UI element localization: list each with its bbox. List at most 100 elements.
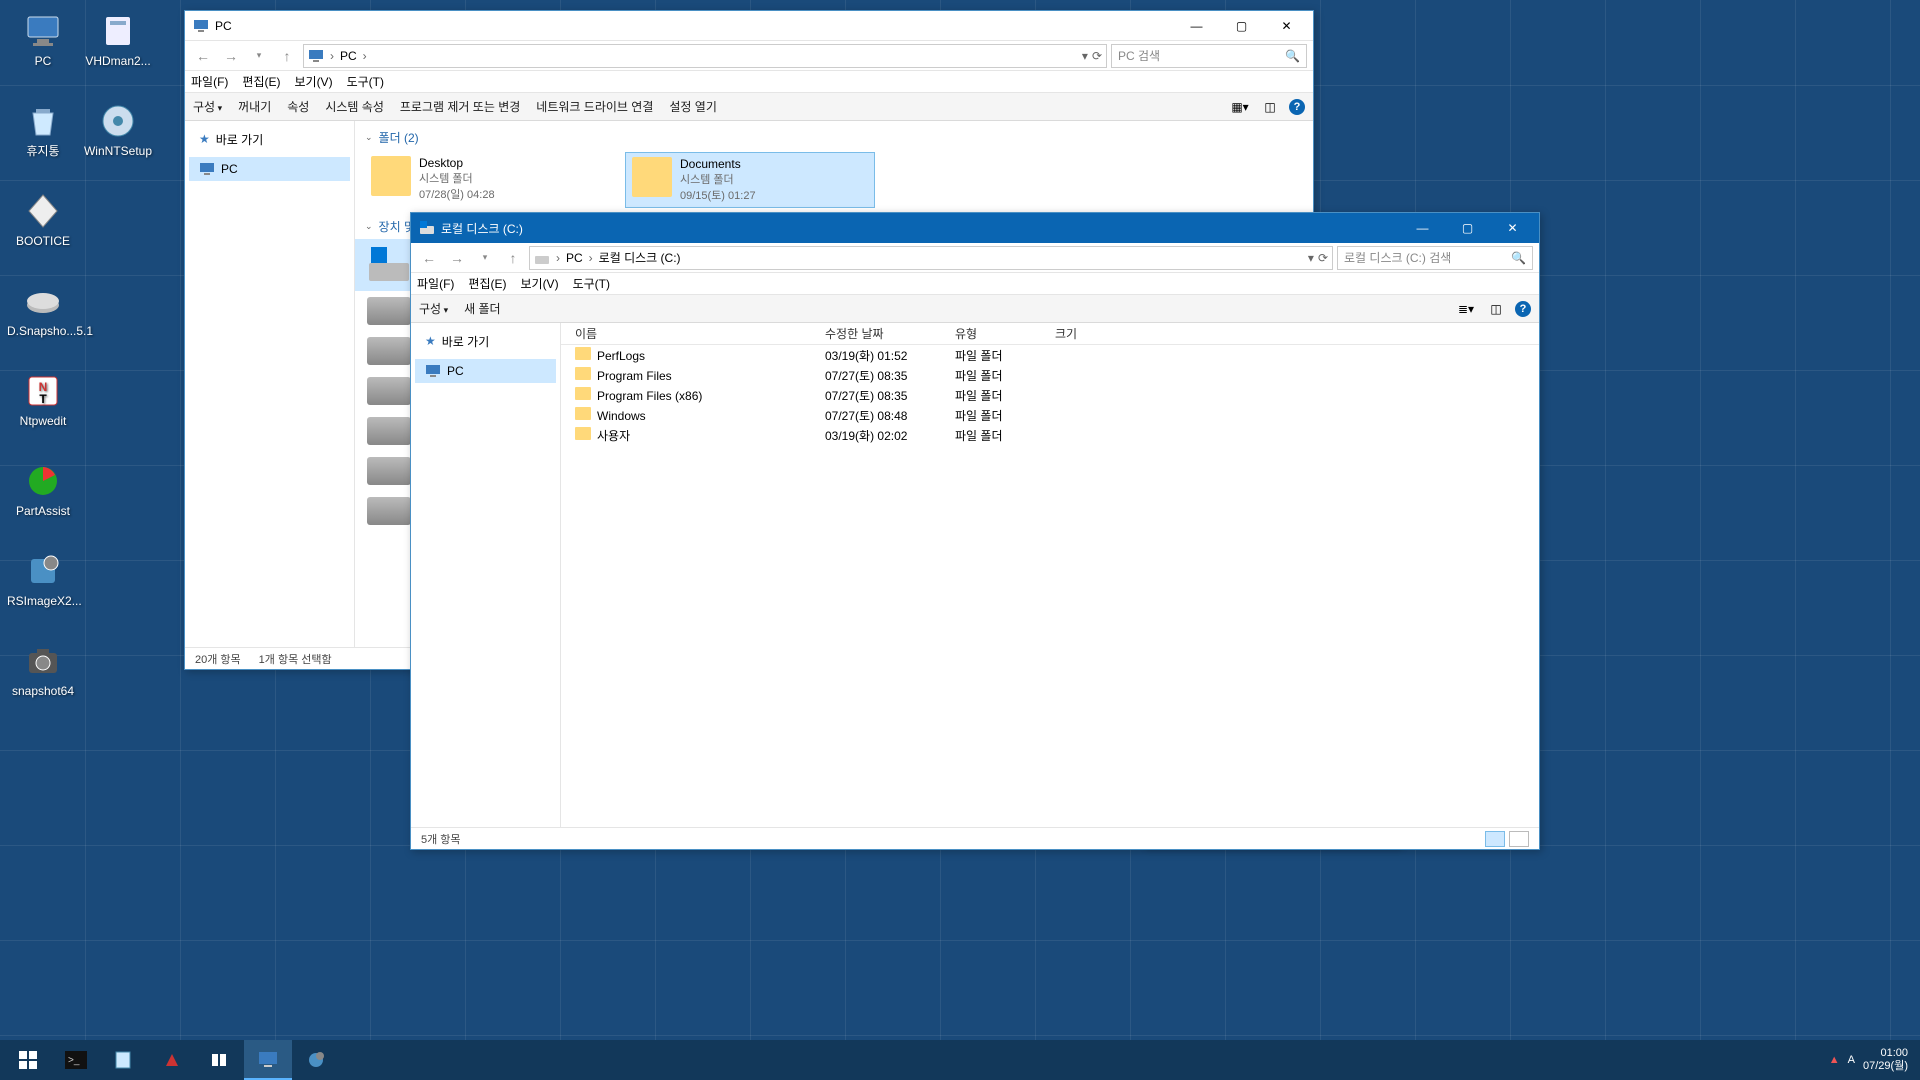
tile-desktop[interactable]: Desktop시스템 폴더07/28(일) 04:28 (365, 152, 615, 208)
addr-refresh-icon[interactable]: ⟳ (1318, 251, 1328, 265)
taskbar-notepad[interactable] (100, 1040, 148, 1080)
c-content[interactable]: 이름 수정한 날짜 유형 크기 PerfLogs03/19(화) 01:52파일… (561, 323, 1539, 827)
tb-organize[interactable]: 구성 (193, 98, 222, 115)
desktop-icon-pc[interactable]: PC (5, 5, 81, 93)
group-folders[interactable]: ⌄폴더 (2) (355, 121, 1313, 150)
desktop-icon-ntpwedit[interactable]: NTNtpwedit (5, 365, 81, 453)
system-tray[interactable]: ▲ A 01:00 07/29(월) (1829, 1047, 1916, 1073)
c-minimize-button[interactable]: — (1400, 214, 1445, 242)
file-row[interactable]: Windows07/27(토) 08:48파일 폴더 (561, 405, 1539, 425)
c-up-button[interactable]: ↑ (501, 246, 525, 270)
menu-view[interactable]: 보기(V) (294, 73, 332, 90)
pc-address-box[interactable]: ›PC› ▾⟳ (303, 44, 1107, 68)
nav-quick-access[interactable]: ★바로 가기 (415, 329, 556, 353)
column-headers[interactable]: 이름 수정한 날짜 유형 크기 (561, 323, 1539, 345)
desktop-icon-rsimagex[interactable]: RSImageX2... (5, 545, 81, 633)
file-row[interactable]: Program Files (x86)07/27(토) 08:35파일 폴더 (561, 385, 1539, 405)
c-back-button[interactable]: ← (417, 246, 441, 270)
tb-props[interactable]: 속성 (287, 98, 309, 115)
start-button[interactable] (4, 1040, 52, 1080)
c-address-box[interactable]: ›PC›로컬 디스크 (C:) ▾⟳ (529, 246, 1333, 270)
taskbar-cmd[interactable]: >_ (52, 1040, 100, 1080)
taskbar-explorer[interactable] (244, 1040, 292, 1080)
desktop-icon-vhdman[interactable]: VHDman2... (80, 5, 156, 93)
menu-file[interactable]: 파일(F) (191, 73, 228, 90)
view-details-button[interactable] (1485, 831, 1505, 847)
col-date[interactable]: 수정한 날짜 (819, 325, 949, 342)
menu-view[interactable]: 보기(V) (520, 275, 558, 292)
desktop-icon-winntsetup[interactable]: WinNTSetup (80, 95, 156, 183)
pc-back-button[interactable]: ← (191, 44, 215, 68)
search-icon: 🔍 (1285, 49, 1300, 63)
menu-tools[interactable]: 도구(T) (347, 73, 384, 90)
menu-tools[interactable]: 도구(T) (573, 275, 610, 292)
file-row[interactable]: 사용자03/19(화) 02:02파일 폴더 (561, 425, 1539, 445)
menu-edit[interactable]: 편집(E) (468, 275, 506, 292)
tb-organize[interactable]: 구성 (419, 300, 448, 317)
tb-netdrive[interactable]: 네트워크 드라이브 연결 (536, 98, 653, 115)
addr-dd-icon[interactable]: ▾ (1082, 49, 1088, 63)
svg-text:T: T (39, 392, 47, 406)
tb-help-button[interactable]: ? (1289, 99, 1305, 115)
c-recent-button[interactable]: ▾ (473, 246, 497, 270)
pc-maximize-button[interactable]: ▢ (1219, 12, 1264, 40)
tb-uninstall[interactable]: 프로그램 제거 또는 변경 (400, 98, 520, 115)
view-tiles-button[interactable] (1509, 831, 1529, 847)
tb-settings[interactable]: 설정 열기 (669, 98, 717, 115)
taskbar[interactable]: >_ ▲ A 01:00 07/29(월) (0, 1040, 1920, 1080)
c-search-box[interactable]: 로컬 디스크 (C:) 검색🔍 (1337, 246, 1533, 270)
addr-dd-icon[interactable]: ▾ (1308, 251, 1314, 265)
tray-clock[interactable]: 01:00 07/29(월) (1863, 1047, 1908, 1073)
tb-sysprops[interactable]: 시스템 속성 (325, 98, 384, 115)
tb-preview-button[interactable]: ◫ (1259, 96, 1281, 118)
pc-titlebar[interactable]: PC — ▢ ✕ (185, 11, 1313, 41)
taskbar-app2[interactable] (196, 1040, 244, 1080)
tray-up-icon[interactable]: ▲ (1829, 1054, 1840, 1066)
pc-forward-button[interactable]: → (219, 44, 243, 68)
tb-view-button[interactable]: ≣▾ (1455, 298, 1477, 320)
pc-minimize-button[interactable]: — (1174, 12, 1219, 40)
tb-help-button[interactable]: ? (1515, 301, 1531, 317)
tray-ime[interactable]: A (1848, 1054, 1855, 1066)
tb-eject[interactable]: 꺼내기 (238, 98, 271, 115)
nav-pc[interactable]: PC (415, 359, 556, 383)
nav-quick-access[interactable]: ★바로 가기 (189, 127, 350, 151)
file-row[interactable]: Program Files07/27(토) 08:35파일 폴더 (561, 365, 1539, 385)
desktop-icon-bootice[interactable]: BOOTICE (5, 185, 81, 273)
file-row[interactable]: PerfLogs03/19(화) 01:52파일 폴더 (561, 345, 1539, 365)
tb-newfolder[interactable]: 새 폴더 (464, 300, 500, 317)
tile-documents[interactable]: Documents시스템 폴더09/15(토) 01:27 (625, 152, 875, 208)
taskbar-app3[interactable] (292, 1040, 340, 1080)
drive-icon (367, 377, 411, 405)
desktop-icon-snapshot64[interactable]: snapshot64 (5, 635, 81, 723)
c-close-button[interactable]: ✕ (1490, 214, 1535, 242)
desktop-icons-col1: PC 휴지통 BOOTICE D.Snapsho...5.1 NTNtpwedi… (5, 5, 81, 723)
menu-file[interactable]: 파일(F) (417, 275, 454, 292)
explorer-window-c[interactable]: 로컬 디스크 (C:) — ▢ ✕ ← → ▾ ↑ ›PC›로컬 디스크 (C:… (410, 212, 1540, 850)
windows-drive-icon (367, 245, 411, 285)
c-forward-button[interactable]: → (445, 246, 469, 270)
pc-recent-button[interactable]: ▾ (247, 44, 271, 68)
desktop-icon-dsnapshot[interactable]: D.Snapsho...5.1 (5, 275, 81, 363)
pc-icon (193, 18, 209, 34)
pc-close-button[interactable]: ✕ (1264, 12, 1309, 40)
desktop-icon-recycle[interactable]: 휴지통 (5, 95, 81, 183)
col-size[interactable]: 크기 (1049, 325, 1129, 342)
pc-up-button[interactable]: ↑ (275, 44, 299, 68)
taskbar-app1[interactable] (148, 1040, 196, 1080)
desktop-icons-col2: VHDman2... WinNTSetup (80, 5, 156, 183)
c-titlebar[interactable]: 로컬 디스크 (C:) — ▢ ✕ (411, 213, 1539, 243)
nav-pc[interactable]: PC (189, 157, 350, 181)
folder-icon (575, 427, 591, 440)
c-maximize-button[interactable]: ▢ (1445, 214, 1490, 242)
addr-refresh-icon[interactable]: ⟳ (1092, 49, 1102, 63)
desktop-icon-partassist[interactable]: PartAssist (5, 455, 81, 543)
col-name[interactable]: 이름 (569, 325, 819, 342)
pc-search-box[interactable]: PC 검색🔍 (1111, 44, 1307, 68)
pc-icon (308, 48, 324, 64)
c-status-count: 5개 항목 (421, 831, 461, 847)
tb-preview-button[interactable]: ◫ (1485, 298, 1507, 320)
menu-edit[interactable]: 편집(E) (242, 73, 280, 90)
tb-view-button[interactable]: ▦▾ (1229, 96, 1251, 118)
col-type[interactable]: 유형 (949, 325, 1049, 342)
